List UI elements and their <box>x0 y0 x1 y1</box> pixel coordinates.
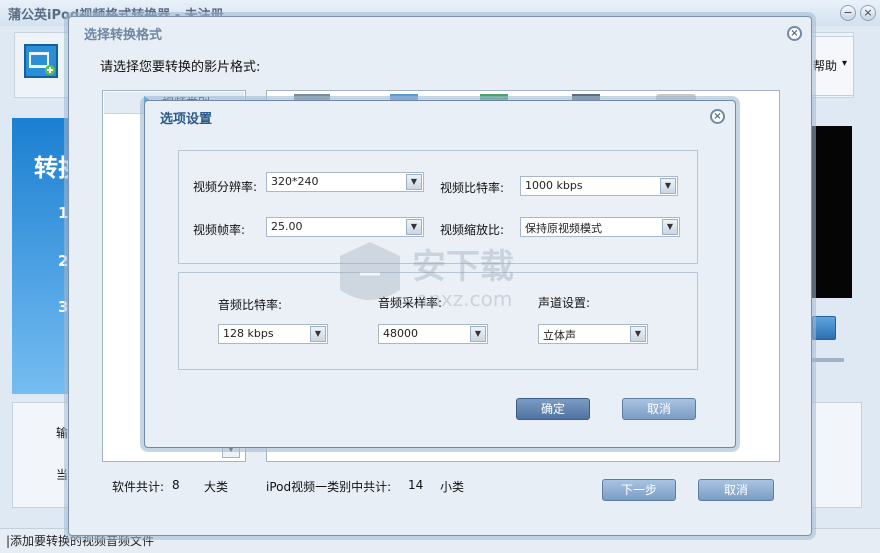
format-dialog-close-button[interactable]: × <box>787 26 802 41</box>
ipod-total-label: iPod视频一类别中共计: <box>266 480 392 494</box>
audio-bitrate-value: 128 kbps <box>223 327 274 340</box>
video-resolution-value: 320*240 <box>271 175 319 188</box>
video-bitrate-value: 1000 kbps <box>525 179 583 192</box>
minimize-button[interactable]: − <box>840 5 856 21</box>
ipod-total-unit: 小类 <box>440 480 465 494</box>
next-button[interactable]: 下一步 <box>602 479 676 501</box>
chevron-down-icon[interactable]: ▼ <box>630 326 646 342</box>
chevron-down-icon[interactable]: ▼ <box>470 326 486 342</box>
right-info-panel <box>806 402 862 508</box>
video-bitrate-select[interactable]: 1000 kbps ▼ <box>520 176 678 196</box>
chevron-down-icon[interactable]: ▼ <box>406 174 422 190</box>
watermark: 安下载 anxz.com <box>330 234 550 314</box>
volume-slider[interactable] <box>812 358 844 362</box>
options-dialog-title: 选项设置 <box>160 112 213 127</box>
options-cancel-button[interactable]: 取消 <box>622 398 696 420</box>
video-resolution-label: 视频分辨率: <box>193 180 258 194</box>
software-total-label: 软件共计: <box>112 480 165 494</box>
add-video-icon[interactable] <box>24 44 58 78</box>
software-total-count: 8 <box>172 478 180 492</box>
help-label: 帮助 <box>813 59 838 73</box>
video-framerate-value: 25.00 <box>271 220 303 233</box>
audio-channel-value: 立体声 <box>543 329 576 342</box>
ipod-total-count: 14 <box>408 478 424 492</box>
video-resolution-select[interactable]: 320*240 ▼ <box>266 172 424 192</box>
format-prompt: 请选择您要转换的影片格式: <box>100 60 261 75</box>
snapshot-button[interactable] <box>812 316 836 340</box>
audio-bitrate-label: 音频比特率: <box>218 298 283 312</box>
format-dialog-title: 选择转换格式 <box>84 28 163 43</box>
preview-screen <box>808 126 852 298</box>
help-dropdown-icon[interactable]: ▾ <box>842 58 847 69</box>
ok-button[interactable]: 确定 <box>516 398 590 420</box>
audio-samplerate-value: 48000 <box>383 327 418 340</box>
audio-samplerate-select[interactable]: 48000 ▼ <box>378 324 488 344</box>
audio-channel-select[interactable]: 立体声 ▼ <box>538 324 648 344</box>
format-cancel-button[interactable]: 取消 <box>698 479 774 501</box>
software-total-unit: 大类 <box>204 480 229 494</box>
chevron-down-icon[interactable]: ▼ <box>662 219 678 235</box>
chevron-down-icon[interactable]: ▼ <box>406 219 422 235</box>
chevron-down-icon[interactable]: ▼ <box>310 326 326 342</box>
watermark-text: 安下载 <box>412 247 514 287</box>
watermark-subtext: anxz.com <box>416 287 512 311</box>
video-bitrate-label: 视频比特率: <box>440 181 505 195</box>
video-framerate-label: 视频帧率: <box>193 223 246 237</box>
options-dialog-close-button[interactable]: × <box>710 109 725 124</box>
audio-bitrate-select[interactable]: 128 kbps ▼ <box>218 324 328 344</box>
chevron-down-icon[interactable]: ▼ <box>660 178 676 194</box>
close-app-button[interactable]: × <box>860 5 876 21</box>
